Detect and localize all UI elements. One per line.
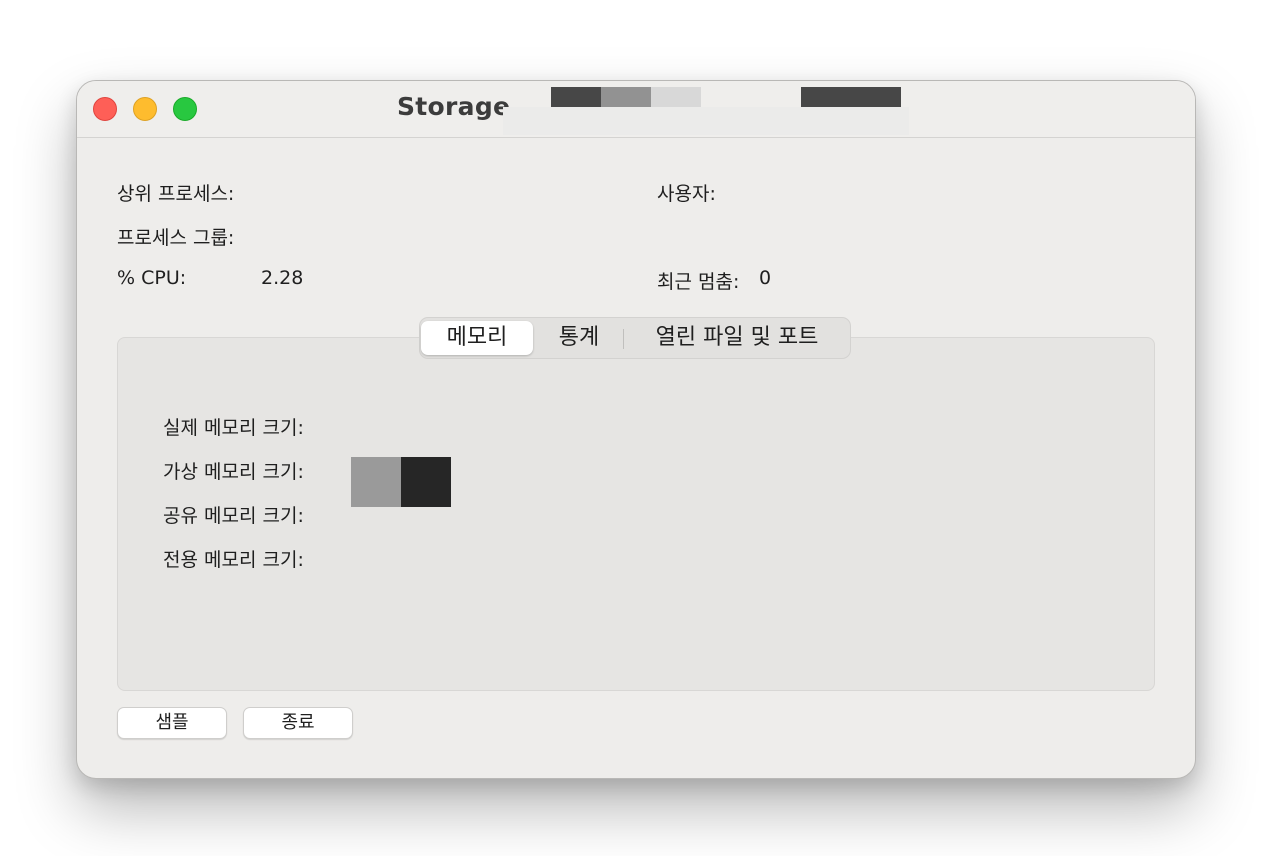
tab-content-panel: 실제 메모리 크기: 가상 메모리 크기: 공유 메모리 크기: 전용 메모리 … <box>117 337 1155 691</box>
close-window-icon[interactable] <box>93 97 117 121</box>
redaction-block <box>801 87 901 107</box>
recent-hangs-value: 0 <box>759 267 772 289</box>
title-bar: Storage <box>77 81 1195 138</box>
window-title: Storage <box>397 92 511 121</box>
maximize-window-icon[interactable] <box>173 97 197 121</box>
tab-separator <box>623 329 624 349</box>
redaction-block <box>351 457 401 507</box>
redaction-block <box>551 87 601 107</box>
minimize-window-icon[interactable] <box>133 97 157 121</box>
quit-button[interactable]: 종료 <box>243 707 353 739</box>
tab-bar: 메모리 통계 열린 파일 및 포트 <box>419 317 851 359</box>
process-info-window: Storage 상위 프로세스: 사용자: 프로세스 그룹: % CPU: 2.… <box>76 80 1196 779</box>
sample-button[interactable]: 샘플 <box>117 707 227 739</box>
recent-hangs-label: 최근 멈춤: <box>657 271 740 293</box>
shared-memory-label: 공유 메모리 크기: <box>163 505 304 527</box>
cpu-value: 2.28 <box>261 267 304 289</box>
redaction-block <box>651 87 701 107</box>
tab-memory[interactable]: 메모리 <box>421 321 533 355</box>
cpu-label: % CPU: <box>117 267 187 289</box>
virtual-memory-label: 가상 메모리 크기: <box>163 461 304 483</box>
redaction-block <box>401 457 451 507</box>
user-label: 사용자: <box>657 183 716 205</box>
tab-statistics[interactable]: 통계 <box>536 321 622 355</box>
redaction-block <box>601 87 651 107</box>
process-group-label: 프로세스 그룹: <box>117 227 235 249</box>
tab-open-files-and-ports[interactable]: 열린 파일 및 포트 <box>628 321 846 355</box>
parent-process-label: 상위 프로세스: <box>117 183 235 205</box>
real-memory-label: 실제 메모리 크기: <box>163 417 304 439</box>
redaction-block <box>503 107 909 135</box>
private-memory-label: 전용 메모리 크기: <box>163 549 304 571</box>
